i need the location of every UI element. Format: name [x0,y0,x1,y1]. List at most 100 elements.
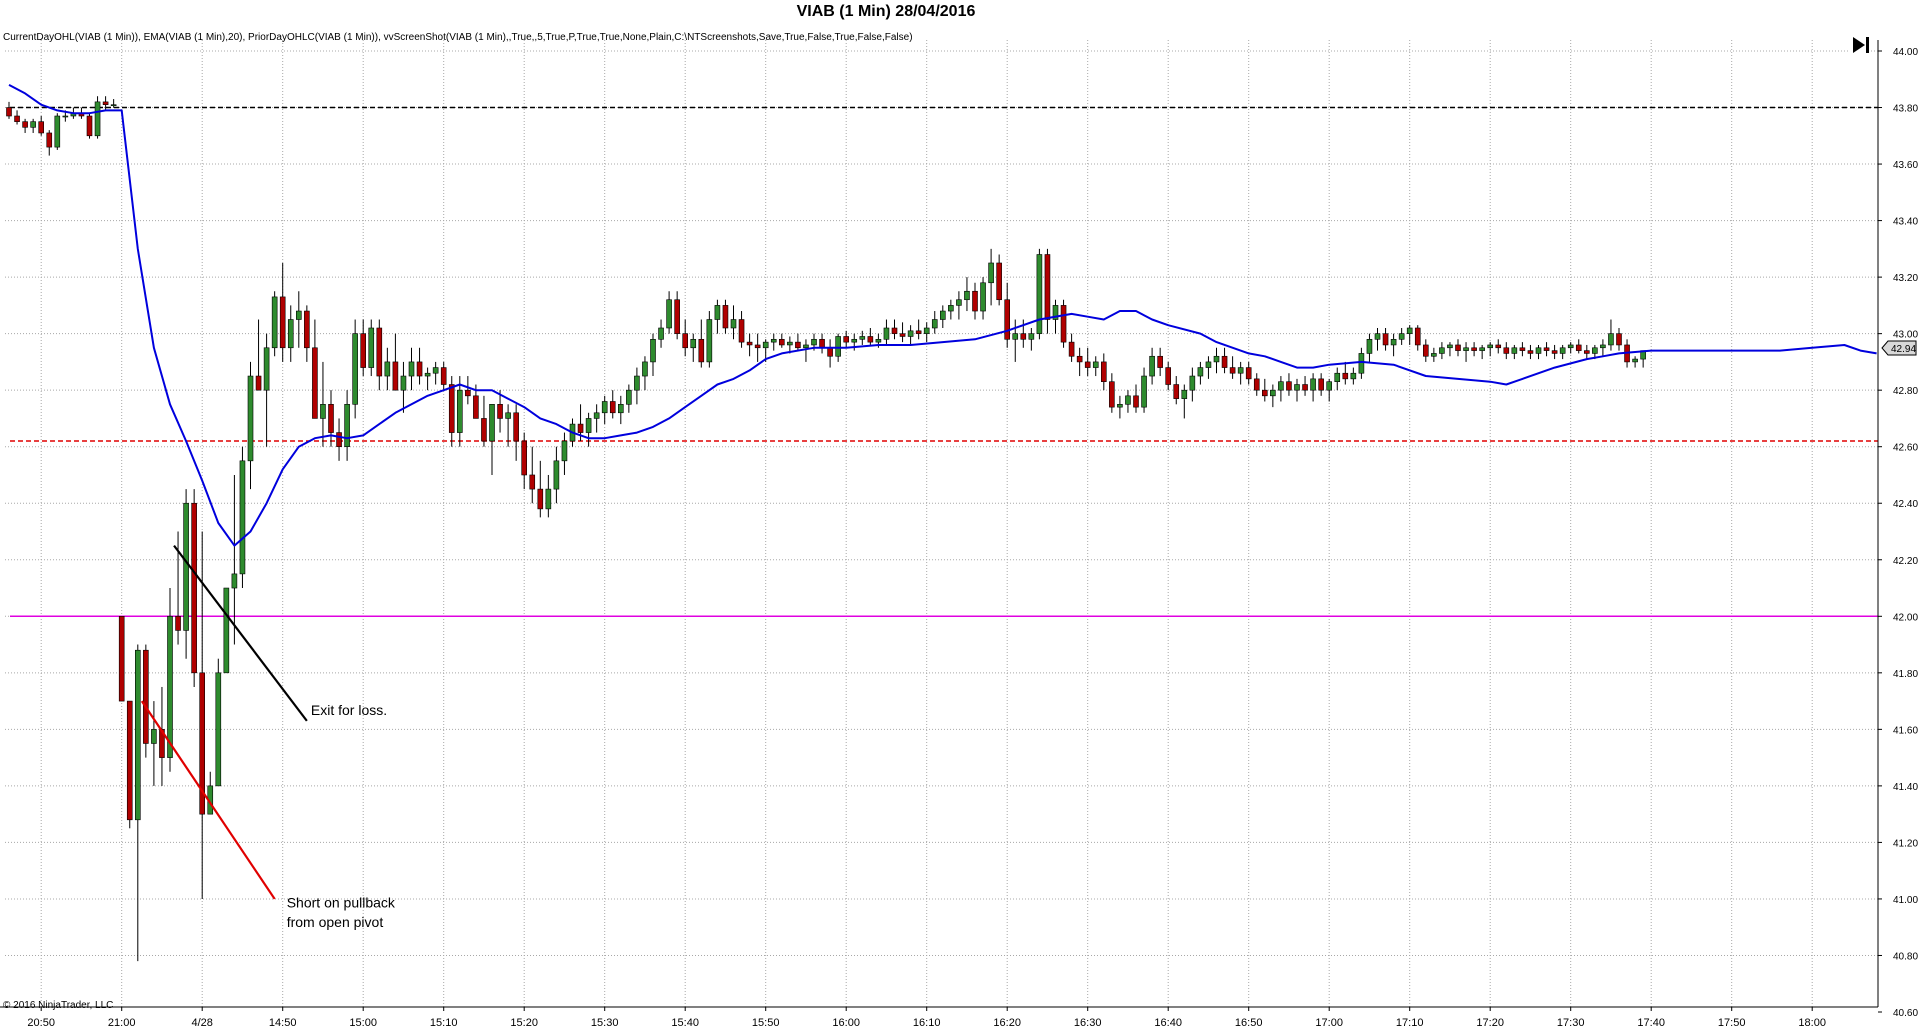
candle-body-up [489,404,495,442]
candle-body-up [183,502,189,631]
candle-body-down [1084,361,1091,368]
candle-body-down [304,310,310,349]
candle-body-up [650,338,656,363]
candle-body-down [1109,381,1115,408]
candle-body-down [448,384,455,433]
candle-body-up [835,336,841,357]
candle-body-down [416,361,423,377]
candle-body-down [996,262,1002,301]
candle-body-down [1157,355,1163,368]
candle-body-down [279,296,286,349]
candle-body-up [875,338,882,343]
candle-body-down [1471,347,1477,351]
x-tick-label: 15:50 [752,1017,780,1029]
candle-body-down [1165,367,1171,385]
candle-body-up [1350,372,1357,380]
candle-body-up [456,389,463,433]
candle-body-up [642,361,648,377]
scroll-to-end-button[interactable] [1849,34,1871,56]
x-tick-label: 14:50 [269,1017,297,1029]
candle-body-down [746,341,753,346]
candle-body-up [505,412,511,419]
x-tick-label: 15:20 [510,1017,538,1029]
x-tick-label: 16:30 [1074,1017,1102,1029]
candle-body-down [1004,299,1011,340]
candle-body-down [102,101,109,106]
candle-body-down [175,615,181,631]
candle-body-up [135,649,141,821]
candle-body-up [1310,378,1316,391]
x-tick-label: 17:00 [1315,1017,1343,1029]
candle-body-down [1342,372,1349,380]
candle-body-up [626,389,632,405]
candle-body-up [239,460,246,575]
x-tick-label: 16:00 [832,1017,860,1029]
candle-body-up [883,327,890,340]
candle-body-up [215,672,222,787]
candle-body-down [440,367,447,385]
candle-body-up [1592,347,1598,354]
candle-body-up [1278,381,1284,391]
candle-body-down [6,107,12,117]
candle-body-up [1358,353,1365,374]
x-tick-label: 17:10 [1396,1017,1424,1029]
y-tick-label: 41.80 [1893,669,1918,680]
candle-body-up [1237,367,1244,374]
x-tick-label: 17:20 [1476,1017,1504,1029]
candle-body-down [336,432,342,448]
candle-body-down [1229,367,1236,374]
candle-body-down [722,305,729,329]
candle-body-up [1036,254,1043,334]
candle-body-down [1495,344,1502,349]
candle-body-down [1253,378,1260,391]
candle-body-down [497,404,503,419]
candle-body-up [344,404,350,448]
candle-body-down [1503,347,1510,354]
y-tick-label: 43.80 [1893,104,1918,115]
candle-body-up [1463,347,1469,351]
candle-body-down [360,333,367,368]
candle-body-down [126,700,133,821]
candle-body-down [1245,367,1252,380]
current-price-badge: 42.94 [1881,340,1917,356]
candle-body-down [819,338,825,349]
candle-body-up [907,330,914,337]
y-tick-label: 43.00 [1893,330,1918,341]
ninjatrader-chart[interactable]: VIAB (1 Min) 28/04/2016 CurrentDayOHL(VI… [0,0,1920,1034]
candle-body-up [1559,347,1566,354]
candle-body-up [271,296,278,349]
x-tick-label: 15:10 [430,1017,458,1029]
candle-body-up [988,262,994,284]
candle-body-up [30,121,36,128]
copyright-text: © 2016 NinjaTrader, LLC [3,1000,113,1011]
candle-body-down [1616,333,1622,346]
y-tick-label: 40.60 [1893,1008,1918,1019]
candle-body-up [706,319,713,363]
candle-body-up [54,115,61,148]
x-tick-label: 16:40 [1154,1017,1182,1029]
candle-body-up [1205,361,1212,368]
candle-body-down [738,319,745,343]
x-tick-label: 15:30 [591,1017,619,1029]
candle-body-up [231,573,238,589]
x-tick-label: 15:40 [671,1017,699,1029]
y-tick-label: 44.00 [1893,47,1918,58]
candle-body-up [1092,361,1099,368]
candle-body-up [408,361,415,377]
candle-body-down [143,649,149,744]
candle-body-down [1519,347,1526,351]
candle-body-down [1101,361,1107,382]
x-tick-label: 21:00 [108,1017,136,1029]
candle-body-up [1406,327,1413,334]
candle-body-down [1575,344,1582,351]
candle-body-down [1414,327,1421,346]
y-tick-label: 42.20 [1893,556,1918,567]
candle-body-up [1390,338,1397,346]
candle-body-down [22,121,28,128]
candle-body-up [1567,344,1574,349]
y-tick-label: 43.20 [1893,273,1918,284]
x-tick-label: 4/28 [191,1017,212,1029]
candle-body-up [1334,372,1341,382]
candle-body-down [537,488,544,510]
candle-body-down [529,474,536,490]
